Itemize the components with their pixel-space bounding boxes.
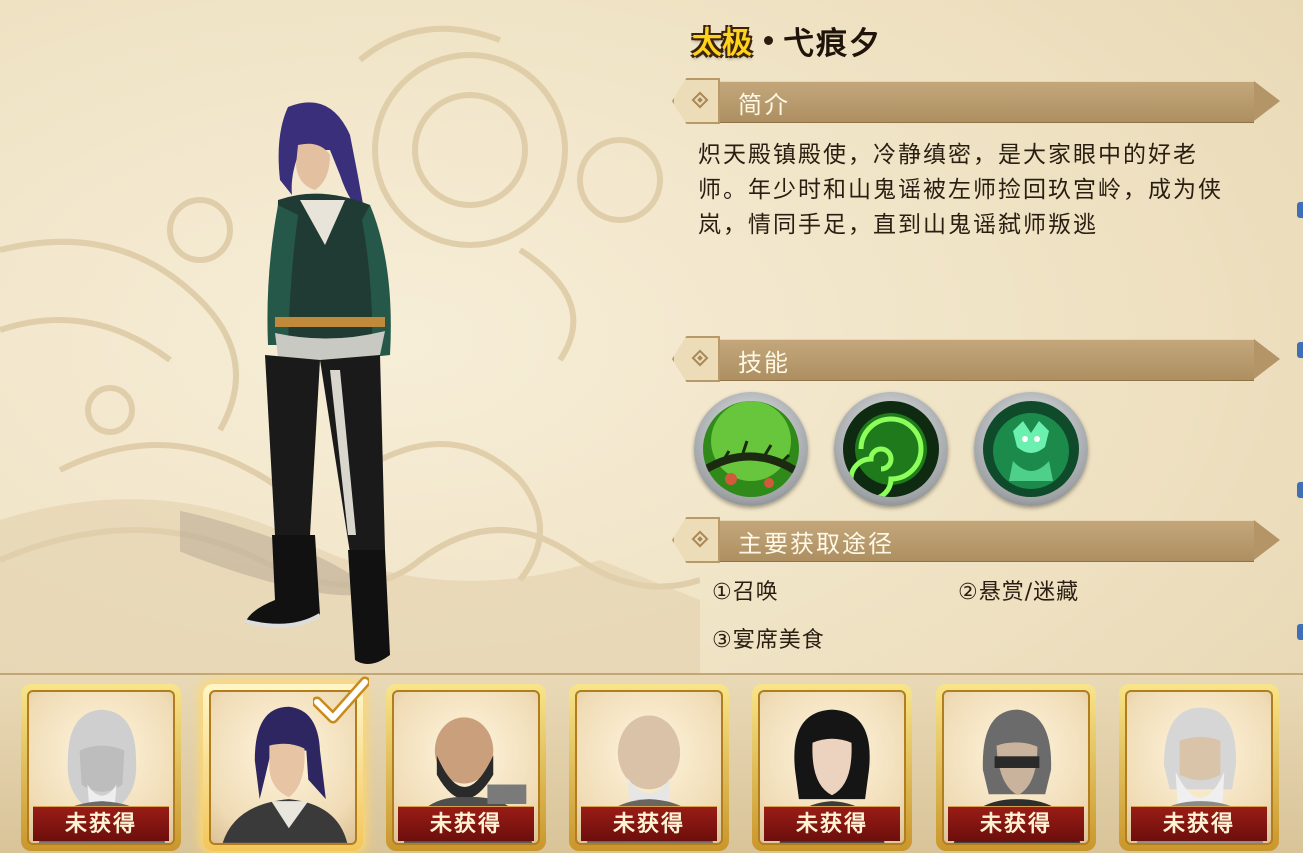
edge-indicator: [1297, 624, 1303, 640]
source-item-bounty: ②悬赏/迷藏: [958, 580, 1080, 605]
not-obtained-label: 未获得: [764, 806, 900, 841]
thorn-vine-skill-icon: [703, 401, 799, 497]
character-name: 弋痕夕: [783, 25, 882, 62]
sources-banner: 主要获取途径: [672, 517, 1280, 563]
green-vortex-skill-icon: [843, 401, 939, 497]
skill-slot-1[interactable]: [694, 392, 808, 506]
edge-indicator: [1297, 482, 1303, 498]
roster-card-3[interactable]: 未获得: [386, 684, 546, 851]
intro-title: 简介: [738, 91, 790, 119]
separator-dot: [764, 35, 773, 45]
skill-list: [694, 392, 1088, 506]
skill-slot-3[interactable]: [974, 392, 1088, 506]
skills-banner: 技能: [672, 336, 1280, 382]
not-obtained-label: 未获得: [33, 806, 169, 841]
selected-check-icon: [313, 676, 369, 724]
roster-card-4[interactable]: 未获得: [569, 684, 729, 851]
skill-slot-2[interactable]: [834, 392, 948, 506]
roster-card-5[interactable]: 未获得: [752, 684, 912, 851]
source-item-feast: ③宴席美食: [712, 628, 825, 653]
not-obtained-label: 未获得: [1131, 806, 1267, 841]
character-model-yi-henxi: [180, 102, 391, 664]
skills-title: 技能: [738, 349, 790, 377]
edge-indicator: [1297, 342, 1303, 358]
roster-card-7[interactable]: 未获得: [1119, 684, 1279, 851]
character-title: 太极 弋痕夕: [692, 18, 882, 62]
not-obtained-label: 未获得: [398, 806, 534, 841]
edge-indicator: [1297, 202, 1303, 218]
source-item-summon: ①召唤: [712, 580, 779, 605]
roster-card-1[interactable]: 未获得: [21, 684, 181, 851]
roster-card-2-selected[interactable]: [203, 676, 369, 851]
character-description: 炽天殿镇殿使，冷静缜密，是大家眼中的好老师。年少时和山鬼谣被左师捡回玖宫岭，成为…: [698, 142, 1223, 238]
jade-dragon-skill-icon: [983, 401, 1079, 497]
roster-card-6[interactable]: 未获得: [936, 684, 1096, 851]
sources-title: 主要获取途径: [738, 530, 894, 558]
not-obtained-label: 未获得: [948, 806, 1084, 841]
sect-badge: 太极: [692, 26, 752, 61]
not-obtained-label: 未获得: [581, 806, 717, 841]
acquisition-list: ①召唤 ②悬赏/迷藏 ③宴席美食: [712, 566, 1252, 666]
intro-banner: 简介: [672, 78, 1280, 124]
